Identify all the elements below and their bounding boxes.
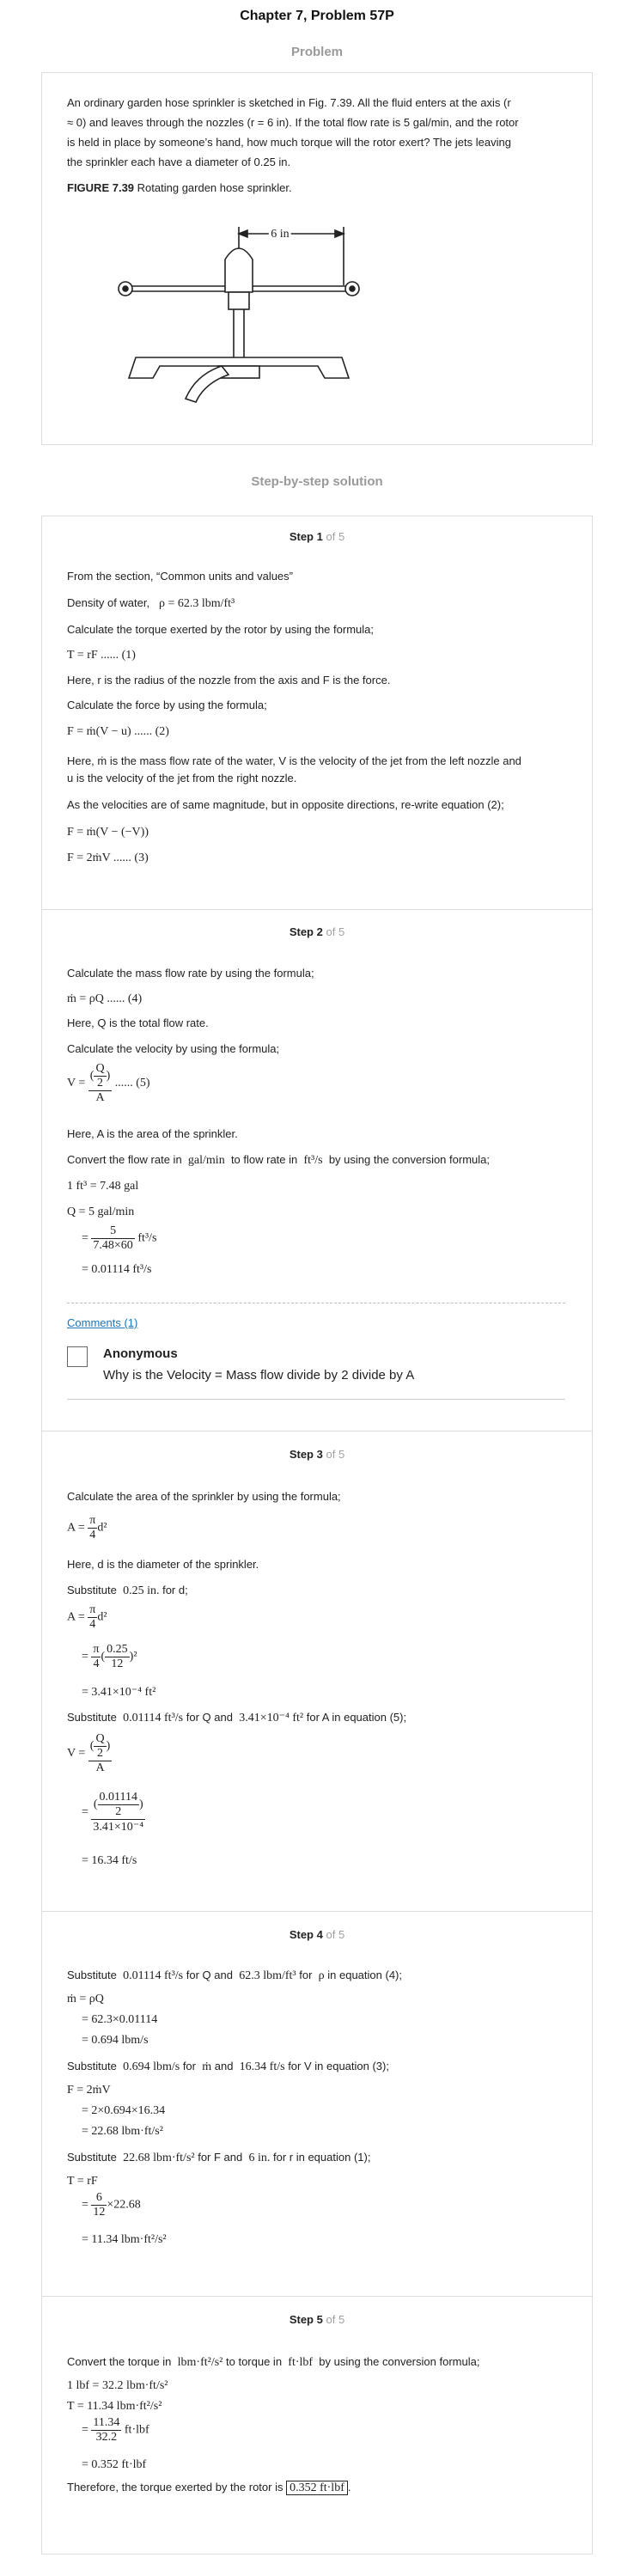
step-text: Calculate the mass flow rate by using th… (67, 967, 314, 980)
equation: F = 2ṁV (67, 2084, 111, 2097)
step-text: Calculate the velocity by using the form… (67, 1042, 280, 1055)
equation: = 22.68 lbm·ft/s² (82, 2125, 163, 2138)
step-1-header: Step 1 of 5 (289, 530, 345, 543)
step-text: Here, d is the diameter of the sprinkler… (67, 1558, 259, 1571)
step-text: Substitute 0.01114 ft³/s for Q and 3.41×… (67, 1711, 407, 1724)
step-text: Here, Q is the total flow rate. (67, 1016, 209, 1029)
comment-text: Why is the Velocity = Mass flow divide b… (103, 1368, 415, 1383)
dimension-arrow-right (334, 229, 346, 239)
final-answer: Therefore, the torque exerted by the rot… (67, 2481, 351, 2495)
step-text: Substitute 0.694 lbm/s for ṁ and 16.34 f… (67, 2060, 389, 2073)
comments-link[interactable]: Comments (1) (67, 1316, 137, 1329)
step-text: Here, r is the radius of the nozzle from… (67, 674, 391, 687)
comment-avatar (67, 1346, 88, 1367)
step-text: Calculate the torque exerted by the roto… (67, 623, 374, 636)
velocity-equation: V = (Q 2) A (67, 1732, 113, 1774)
equation: = 3.41×10⁻⁴ ft² (82, 1686, 156, 1699)
boxed-answer: 0.352 ft·lbf (286, 2481, 348, 2495)
solution-card (41, 516, 593, 2555)
dimension-label: 6 in (271, 228, 289, 241)
problem-text-line: An ordinary garden hose sprinkler is ske… (67, 96, 511, 109)
equation: ṁ = ρQ (67, 1993, 104, 2005)
problem-text-line: ≈ 0) and leaves through the nozzles (r =… (67, 116, 519, 129)
equation: = 0.01114 ft³/s (82, 1263, 152, 1276)
equation: ṁ = ρQ ...... (4) (67, 992, 143, 1005)
solution-heading: Step-by-step solution (251, 474, 383, 489)
equation: F = ṁ(V − (−V)) (67, 826, 149, 839)
step-text: Substitute 22.68 lbm·ft/s² for F and 6 i… (67, 2151, 371, 2164)
equation: = 62.3×0.01114 (82, 2013, 158, 2026)
figure-label: FIGURE 7.39 (67, 181, 135, 194)
step-divider (41, 1911, 593, 1912)
page-title: Chapter 7, Problem 57P (240, 9, 394, 23)
equation: F = 2ṁV ...... (3) (67, 852, 149, 864)
equation: F = ṁ(V − u) ...... (2) (67, 725, 169, 738)
step-3-header: Step 3 of 5 (289, 1448, 345, 1461)
equation: = 6 12 ×22.68 (82, 2191, 141, 2219)
hose (184, 365, 230, 403)
step-divider (41, 909, 593, 910)
figure-caption: FIGURE 7.39 Rotating garden hose sprinkl… (67, 180, 292, 195)
equation: = 11.34 32.2 ft·lbf (82, 2416, 149, 2444)
equation: = 2×0.694×16.34 (82, 2104, 166, 2117)
figure-caption-text: Rotating garden hose sprinkler. (137, 181, 292, 194)
problem-text-line: the sprinkler each have a diameter of 0.… (67, 156, 291, 168)
step-text: As the velocities are of same magnitude,… (67, 798, 504, 811)
step-2-header: Step 2 of 5 (289, 925, 345, 938)
step-text: Here, A is the area of the sprinkler. (67, 1127, 238, 1140)
step-divider (41, 2296, 593, 2297)
step-text: Substitute 0.01114 ft³/s for Q and 62.3 … (67, 1969, 402, 1982)
equation: = 0.694 lbm/s (82, 2034, 149, 2047)
area-equation: A = π 4 d² (67, 1514, 107, 1541)
step-text: Calculate the area of the sprinkler by u… (67, 1490, 341, 1503)
step-text: Calculate the force by using the formula… (67, 699, 267, 711)
rotor-head (224, 247, 253, 293)
sprinkler-figure: 6 in (118, 225, 360, 403)
equation: 1 lbf = 32.2 lbm·ft/s² (67, 2379, 168, 2392)
comment-author: Anonymous (103, 1346, 178, 1361)
comments-bottom-divider (67, 1399, 565, 1400)
area-equation: A = π 4 d² (67, 1603, 107, 1631)
velocity-equation: V = (Q 2) A ...... (5) (67, 1062, 150, 1104)
step-text: Convert the flow rate in gal/min to flow… (67, 1153, 490, 1167)
step-text: Density of water, ρ = 62.3 lbm/ft³ (67, 596, 235, 610)
step-text: Convert the torque in lbm·ft²/s² to torq… (67, 2355, 480, 2369)
step-5-header: Step 5 of 5 (289, 2313, 345, 2326)
equation: = 5 7.48×60 ft³/s (82, 1224, 157, 1252)
equation: Q = 5 gal/min (67, 1206, 135, 1218)
equation: T = rF (67, 2175, 98, 2188)
equation: = 16.34 ft/s (82, 1854, 137, 1867)
equation: 1 ft³ = 7.48 gal (67, 1180, 139, 1193)
velocity-substitution: = (0.01114 2) 3.41×10⁻⁴ (82, 1791, 146, 1834)
equation: T = 11.34 lbm·ft²/s² (67, 2400, 162, 2413)
equation: = 0.352 ft·lbf (82, 2458, 147, 2471)
problem-heading: Problem (290, 45, 343, 59)
dimension-arrow-left (236, 229, 248, 239)
equation: = 11.34 lbm·ft²/s² (82, 2233, 167, 2246)
step-4-header: Step 4 of 5 (289, 1928, 345, 1941)
problem-text-line: is held in place by someone’s hand, how … (67, 136, 511, 149)
equation: T = rF ...... (1) (67, 649, 136, 662)
area-substitution: = π 4(0.25 12)² (82, 1643, 137, 1670)
step-text: Substitute 0.25 in. for d; (67, 1584, 188, 1597)
step-text: u is the velocity of the jet from the ri… (67, 772, 297, 784)
step-text: Here, ṁ is the mass flow rate of the wat… (67, 754, 521, 767)
step-text: From the section, “Common units and valu… (67, 570, 293, 583)
